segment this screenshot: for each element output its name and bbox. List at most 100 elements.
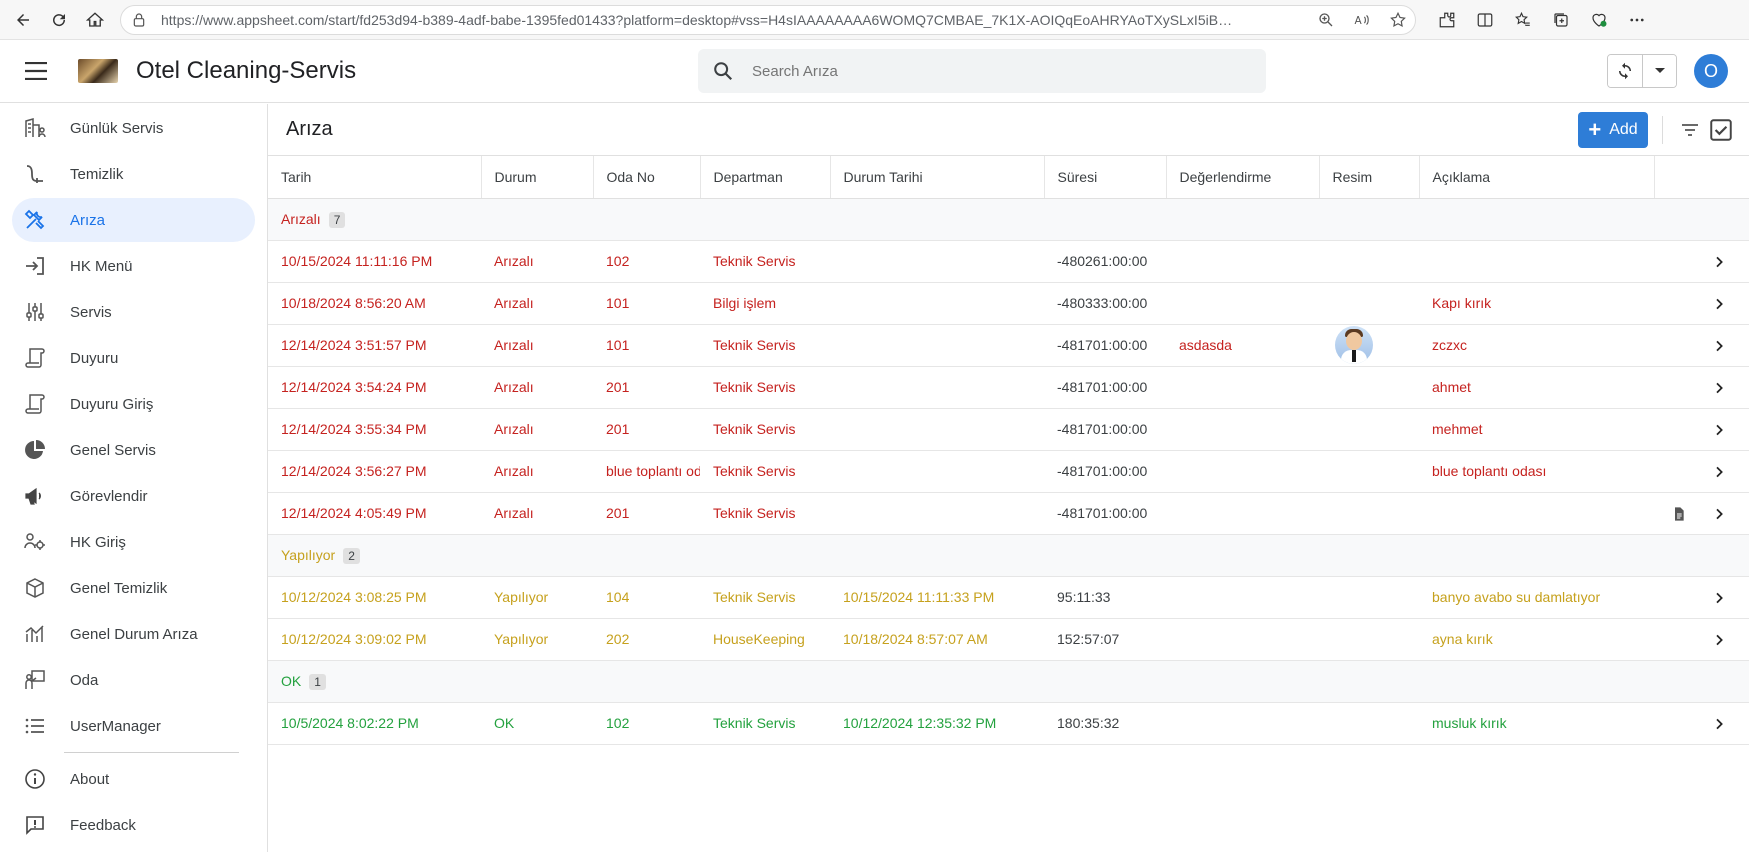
cell-durum: Arızalı: [481, 324, 593, 367]
filter-icon[interactable]: [1678, 118, 1702, 142]
cell-durum: Yapılıyor: [481, 618, 593, 661]
refresh-icon[interactable]: [44, 5, 74, 35]
cell-actions: [1654, 240, 1749, 283]
chevron-right-icon[interactable]: [1711, 506, 1727, 522]
chevron-right-icon[interactable]: [1711, 338, 1727, 354]
data-table: Tarih Durum Oda No Departman Durum Tarihi Sür…: [268, 156, 1749, 745]
sidebar-item-about[interactable]: About: [12, 757, 255, 801]
group-header-row[interactable]: OK 1: [268, 660, 1749, 703]
chevron-right-icon[interactable]: [1711, 716, 1727, 732]
cell-suresi: -480261:00:00: [1044, 240, 1166, 283]
cell-resim: [1319, 576, 1419, 619]
add-button[interactable]: + Add: [1578, 112, 1648, 148]
home-icon[interactable]: [80, 5, 110, 35]
table-row[interactable]: 12/14/2024 3:54:24 PM Arızalı 201 Teknik Se…: [268, 366, 1749, 409]
favorites-icon[interactable]: [1514, 11, 1532, 29]
group-header-row[interactable]: Arızalı 7: [268, 198, 1749, 241]
cube-icon: [22, 575, 48, 601]
sidebar-item-hk-menü[interactable]: HK Menü: [12, 244, 255, 288]
column-header[interactable]: Resim: [1319, 156, 1420, 199]
app-logo: [78, 59, 118, 83]
cell-oda: 201: [593, 408, 700, 451]
chevron-right-icon[interactable]: [1711, 464, 1727, 480]
table-row[interactable]: 10/5/2024 8:02:22 PM OK 102 Teknik Servis 10…: [268, 702, 1749, 745]
cell-oda: blue toplantı odası: [593, 450, 700, 493]
extensions-icon[interactable]: [1438, 11, 1456, 29]
sidebar-item-duyuru[interactable]: Duyuru: [12, 336, 255, 380]
search-box[interactable]: [698, 49, 1266, 93]
search-input[interactable]: [752, 62, 1232, 80]
column-header[interactable]: Durum Tarihi: [830, 156, 1045, 199]
cell-actions: [1654, 492, 1749, 535]
cell-suresi: -481701:00:00: [1044, 366, 1166, 409]
cell-durum: Arızalı: [481, 408, 593, 451]
cell-aciklama: blue toplantı odası: [1419, 450, 1654, 493]
more-icon[interactable]: [1628, 11, 1646, 29]
address-bar[interactable]: https://www.appsheet.com/start/fd253d94-…: [120, 4, 1416, 35]
sidebar-item-günlük-servis[interactable]: Günlük Servis: [12, 106, 255, 150]
cell-suresi: -480333:00:00: [1044, 282, 1166, 325]
sidebar-item-görevlendir[interactable]: Görevlendir: [12, 474, 255, 518]
tools-icon: [22, 207, 48, 233]
sidebar-item-genel-servis[interactable]: Genel Servis: [12, 428, 255, 472]
chevron-right-icon[interactable]: [1711, 254, 1727, 270]
sidebar-item-label: Genel Temizlik: [70, 579, 168, 597]
browser-essentials-icon[interactable]: [1590, 11, 1608, 29]
column-header[interactable]: Açıklama: [1419, 156, 1655, 199]
back-icon[interactable]: [8, 5, 38, 35]
column-header[interactable]: Oda No: [593, 156, 701, 199]
sidebar-item-usermanager[interactable]: UserManager: [12, 704, 255, 748]
cell-durum-tarihi: [830, 366, 1044, 409]
menu-icon[interactable]: [18, 53, 54, 89]
sidebar-item-genel-temizlik[interactable]: Genel Temizlik: [12, 566, 255, 610]
column-header[interactable]: Durum: [481, 156, 594, 199]
avatar[interactable]: O: [1694, 54, 1728, 88]
chevron-right-icon[interactable]: [1711, 590, 1727, 606]
table-row[interactable]: 12/14/2024 3:55:34 PM Arızalı 201 Teknik Se…: [268, 408, 1749, 451]
table-row[interactable]: 10/15/2024 11:11:16 PM Arızalı 102 Teknik S…: [268, 240, 1749, 283]
chevron-right-icon[interactable]: [1711, 422, 1727, 438]
favorite-star-icon[interactable]: [1389, 11, 1407, 29]
sidebar-item-genel-durum-arıza[interactable]: Genel Durum Arıza: [12, 612, 255, 656]
zoom-icon[interactable]: [1317, 11, 1335, 29]
cell-departman: Teknik Servis: [700, 702, 830, 745]
cell-suresi: 95:11:33: [1044, 576, 1166, 619]
sidebar-item-oda[interactable]: Oda: [12, 658, 255, 702]
chevron-right-icon[interactable]: [1711, 380, 1727, 396]
chevron-right-icon[interactable]: [1711, 632, 1727, 648]
table-row[interactable]: 10/12/2024 3:08:25 PM Yapılıyor 104 Teknik …: [268, 576, 1749, 619]
cell-degerlendirme: asdasda: [1166, 324, 1319, 367]
row-photo-thumbnail[interactable]: [1335, 326, 1373, 364]
chevron-right-icon[interactable]: [1711, 296, 1727, 312]
table-row[interactable]: 10/18/2024 8:56:20 AM Arızalı 101 Bilgi işl…: [268, 282, 1749, 325]
column-header[interactable]: Departman: [700, 156, 831, 199]
select-checkbox-icon[interactable]: [1708, 117, 1734, 143]
cell-resim: [1319, 702, 1419, 745]
collections-icon[interactable]: [1552, 11, 1570, 29]
table-row[interactable]: 12/14/2024 4:05:49 PM Arızalı 201 Teknik Se…: [268, 492, 1749, 535]
table-row[interactable]: 12/14/2024 3:56:27 PM Arızalı blue toplant…: [268, 450, 1749, 493]
sidebar-item-hk-giriş[interactable]: HK Giriş: [12, 520, 255, 564]
pie-chart-icon: [22, 437, 48, 463]
column-header[interactable]: Değerlendirme: [1166, 156, 1320, 199]
table-row[interactable]: 10/12/2024 3:09:02 PM Yapılıyor 202 HouseKe…: [268, 618, 1749, 661]
column-header[interactable]: Süresi: [1044, 156, 1167, 199]
sidebar-item-arıza[interactable]: Arıza: [12, 198, 255, 242]
column-header[interactable]: Tarih: [268, 156, 482, 199]
cell-durum: Yapılıyor: [481, 576, 593, 619]
cell-tarih: 10/15/2024 11:11:16 PM: [268, 240, 481, 283]
cell-aciklama: Kapı kırık: [1419, 282, 1654, 325]
sidebar-item-servis[interactable]: Servis: [12, 290, 255, 334]
sync-icon[interactable]: [1608, 55, 1642, 87]
table-row[interactable]: 12/14/2024 3:51:57 PM Arızalı 101 Teknik Se…: [268, 324, 1749, 367]
read-aloud-icon[interactable]: A: [1353, 11, 1371, 29]
sidebar-item-temizlik[interactable]: Temizlik: [12, 152, 255, 196]
view-header: Arıza + Add: [268, 104, 1749, 156]
split-screen-icon[interactable]: [1476, 11, 1494, 29]
sidebar-item-feedback[interactable]: Feedback: [12, 803, 255, 847]
chevron-down-icon[interactable]: [1642, 55, 1676, 87]
document-icon[interactable]: [1671, 506, 1687, 522]
vacuum-icon: [22, 161, 48, 187]
group-header-row[interactable]: Yapılıyor 2: [268, 534, 1749, 577]
sidebar-item-duyuru-giriş[interactable]: Duyuru Giriş: [12, 382, 255, 426]
